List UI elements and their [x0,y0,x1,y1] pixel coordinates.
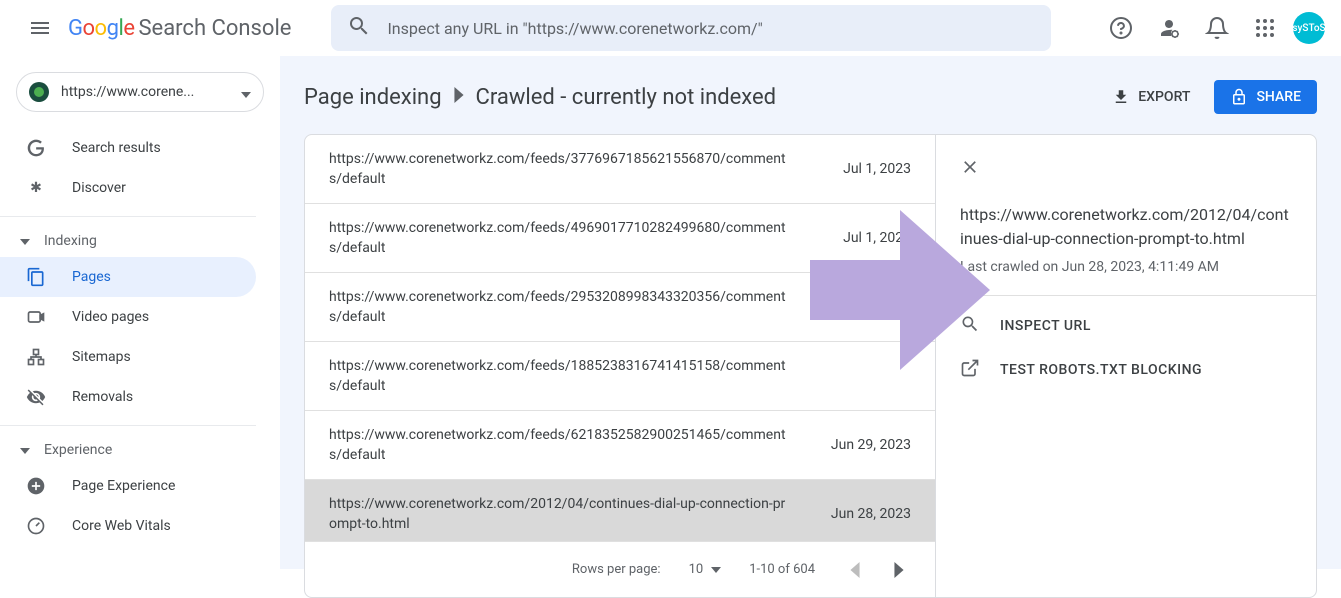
nav-video-pages[interactable]: Video pages [0,297,256,337]
url-inspect-search[interactable]: Inspect any URL in "https://www.corenetw… [331,5,1051,51]
close-button[interactable] [960,151,992,183]
detail-url: https://www.corenetworkz.com/2012/04/con… [960,203,1292,251]
main-content: Page indexing Crawled - currently not in… [280,56,1341,569]
url-cell: https://www.corenetworkz.com/2012/04/con… [329,494,811,534]
url-cell: https://www.corenetworkz.com/feeds/29532… [329,287,811,327]
breadcrumb-current: Crawled - currently not indexed [476,85,777,110]
divider [0,425,256,426]
nav-label: Page Experience [72,478,175,494]
nav-core-web-vitals[interactable]: Core Web Vitals [0,506,256,546]
search-icon [347,14,371,42]
chevron-down-icon [20,233,30,249]
table-row[interactable]: https://www.corenetworkz.com/2012/04/con… [305,479,935,541]
product-name: Search Console [138,16,291,41]
nav-label: Sitemaps [72,349,131,365]
nav-label: Search results [72,140,161,156]
breadcrumb-actions: EXPORT SHARE [1104,80,1317,114]
section-label: Experience [44,442,112,458]
rows-per-page-label: Rows per page: [572,562,661,577]
property-selector[interactable]: https://www.corene... [16,72,264,112]
nav-sitemaps[interactable]: Sitemaps [0,337,256,377]
pagination-range: 1-10 of 604 [749,562,815,577]
inspect-url-button[interactable]: INSPECT URL [960,304,1292,348]
nav-label: Pages [72,269,111,285]
google-logo: Google [68,16,134,41]
nav-label: Discover [72,180,126,196]
date-cell: Jun 29, 2023 [811,437,911,453]
next-page-button[interactable] [879,550,919,590]
section-experience[interactable]: Experience [0,434,280,466]
share-button[interactable]: SHARE [1214,80,1317,114]
header-actions: sySToS [1101,8,1325,48]
search-icon [960,314,980,338]
pagination: Rows per page: 10 1-10 of 604 [305,541,935,597]
nav-label: Core Web Vitals [72,518,171,534]
date-cell: Jul 1, 2023 [811,161,911,177]
table-row[interactable]: https://www.corenetworkz.com/feeds/49690… [305,203,935,272]
table-scroll[interactable]: https://www.corenetworkz.com/feeds/37769… [305,135,935,541]
logo[interactable]: Google Search Console [68,16,291,41]
share-label: SHARE [1256,89,1301,105]
url-cell: https://www.corenetworkz.com/feeds/49690… [329,218,811,258]
menu-button[interactable] [16,4,64,52]
nav-page-experience[interactable]: Page Experience [0,466,256,506]
divider [0,216,256,217]
breadcrumb-parent[interactable]: Page indexing [304,85,442,110]
nav-removals[interactable]: Removals [0,377,256,417]
prev-page-button[interactable] [835,550,875,590]
divider [936,295,1316,296]
chevron-right-icon [454,87,464,107]
speedometer-icon [24,516,48,536]
table-row[interactable]: https://www.corenetworkz.com/feeds/37769… [305,135,935,203]
open-in-new-icon [960,358,980,382]
apps-button[interactable] [1245,8,1285,48]
url-cell: https://www.corenetworkz.com/feeds/18852… [329,356,811,396]
video-icon [24,307,48,327]
action-label: INSPECT URL [1000,318,1091,334]
section-indexing[interactable]: Indexing [0,225,280,257]
test-robots-button[interactable]: TEST ROBOTS.TXT BLOCKING [960,348,1292,392]
export-button[interactable]: EXPORT [1104,80,1198,114]
export-label: EXPORT [1138,89,1190,105]
url-table: https://www.corenetworkz.com/feeds/37769… [305,135,936,597]
section-label: Indexing [44,233,97,249]
content-card: https://www.corenetworkz.com/feeds/37769… [304,134,1317,598]
chevron-down-icon [241,83,251,102]
rows-per-page-value: 10 [689,562,704,577]
url-cell: https://www.corenetworkz.com/feeds/37769… [329,149,811,189]
nav-discover[interactable]: ✱ Discover [0,168,256,208]
sidebar: https://www.corene... Search results ✱ D… [0,56,280,569]
nav-search-results[interactable]: Search results [0,128,256,168]
nav-label: Video pages [72,309,149,325]
detail-crawled: Last crawled on Jun 28, 2023, 4:11:49 AM [960,259,1292,275]
property-favicon [29,82,49,102]
rows-per-page-select[interactable]: 10 [689,562,722,577]
pages-icon [24,267,48,287]
google-g-icon [24,138,48,158]
breadcrumb-row: Page indexing Crawled - currently not in… [280,80,1341,134]
url-cell: https://www.corenetworkz.com/feeds/62183… [329,425,811,465]
sitemap-icon [24,347,48,367]
help-button[interactable] [1101,8,1141,48]
action-label: TEST ROBOTS.TXT BLOCKING [1000,362,1202,378]
users-settings-button[interactable] [1149,8,1189,48]
nav-label: Removals [72,389,133,405]
account-avatar[interactable]: sySToS [1293,12,1325,44]
detail-panel: https://www.corenetworkz.com/2012/04/con… [936,135,1316,597]
date-cell: Jun 28, 2023 [811,506,911,522]
table-row[interactable]: https://www.corenetworkz.com/feeds/29532… [305,272,935,341]
date-cell: Jul 1, 2023 [811,230,911,246]
visibility-off-icon [24,387,48,407]
chevron-down-icon [711,567,721,573]
property-url: https://www.corene... [61,84,241,100]
table-row[interactable]: https://www.corenetworkz.com/feeds/62183… [305,410,935,479]
chevron-down-icon [20,442,30,458]
plus-circle-icon [24,476,48,496]
sparkle-icon: ✱ [24,180,48,196]
notifications-button[interactable] [1197,8,1237,48]
app-header: Google Search Console Inspect any URL in… [0,0,1341,56]
table-row[interactable]: https://www.corenetworkz.com/feeds/18852… [305,341,935,410]
search-placeholder: Inspect any URL in "https://www.corenetw… [387,19,762,38]
nav-pages[interactable]: Pages [0,257,256,297]
